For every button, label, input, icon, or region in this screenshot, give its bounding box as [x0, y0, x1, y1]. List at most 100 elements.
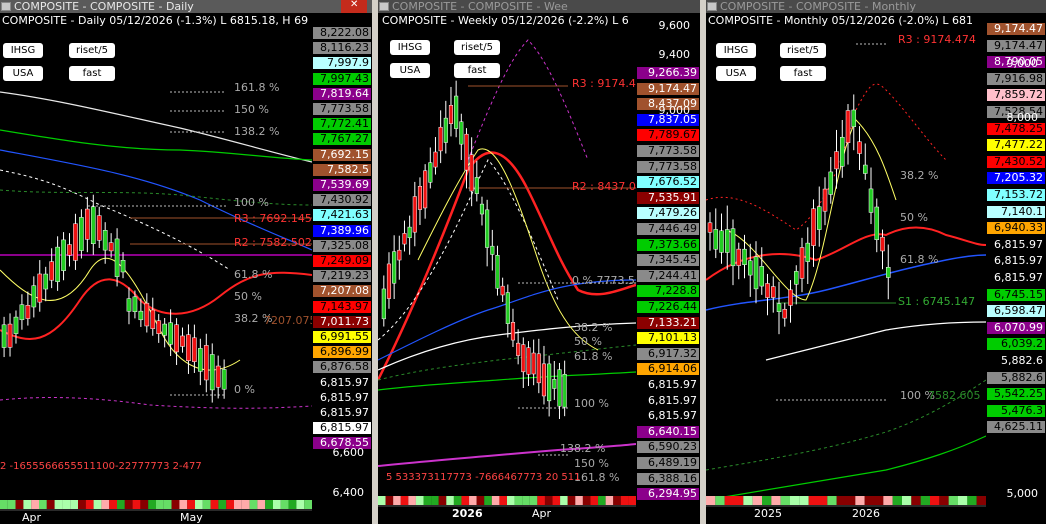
fib-label: 100 %	[234, 196, 269, 209]
candle	[817, 206, 822, 230]
candle	[114, 238, 120, 277]
signal-strip-cell	[874, 496, 884, 505]
weekly-window-titlebar[interactable]: COMPOSITE - COMPOSITE - Wee	[378, 0, 700, 13]
price-level-tag: 8,116.23	[313, 42, 371, 55]
candle	[144, 302, 150, 327]
ihsg-button[interactable]: IHSG	[3, 43, 43, 58]
riset-button[interactable]: riset/5	[69, 43, 115, 58]
candle	[557, 369, 562, 407]
signal-strip-cell	[234, 500, 242, 509]
candle	[536, 353, 541, 384]
signal-strip-cell	[808, 496, 818, 505]
level-label: R3 : 9174.474	[898, 33, 976, 46]
candle	[138, 310, 144, 321]
signal-strip-cell	[0, 500, 8, 509]
price-level-tag: 7,421.63	[313, 209, 371, 222]
signal-strip-cell	[132, 500, 141, 509]
fast-button[interactable]: fast	[780, 66, 826, 81]
signal-strip-cell	[544, 496, 553, 505]
daily-price-plot[interactable]	[0, 0, 312, 524]
price-level-tag: 9,266.39	[637, 67, 699, 79]
fast-button[interactable]: fast	[69, 66, 115, 81]
weekly-chart-window[interactable]: COMPOSITE - COMPOSITE - Wee COMPOSITE - …	[378, 0, 700, 524]
candle	[828, 171, 834, 195]
candle	[448, 105, 454, 124]
usa-button[interactable]: USA	[3, 66, 43, 81]
candle	[516, 342, 521, 356]
signal-strip-cell	[476, 496, 485, 505]
fib-label: 38.2 %	[900, 169, 939, 182]
signal-strip-cell	[202, 500, 211, 509]
axis-label: 5,000	[1006, 487, 1039, 500]
signal-strip-cell	[62, 500, 71, 509]
signal-strip-cell	[780, 496, 790, 505]
candle	[834, 151, 839, 170]
candle	[428, 162, 433, 183]
signal-strip-cell	[117, 500, 125, 509]
fib-label: 50 %	[574, 335, 602, 348]
signal-strip-cell	[431, 496, 439, 505]
candle	[459, 121, 464, 145]
price-level-tag: 7,539.69	[313, 179, 371, 191]
ihsg-button[interactable]: IHSG	[716, 43, 756, 58]
signal-strip-cell	[195, 500, 203, 509]
price-level-tag: 6,815.97	[987, 272, 1045, 284]
usa-button[interactable]: USA	[390, 63, 430, 78]
monthly-chart-window[interactable]: COMPOSITE - COMPOSITE - Monthly COMPOSIT…	[706, 0, 1046, 524]
monthly-window-titlebar[interactable]: COMPOSITE - COMPOSITE - Monthly	[706, 0, 1046, 13]
level-label: 7582.605	[928, 389, 981, 402]
fib-label: 161.8 %	[574, 471, 620, 484]
signal-strip-cell	[23, 500, 32, 509]
signal-strip-cell	[265, 500, 273, 509]
signal-strip-cell	[818, 496, 828, 505]
signal-strip-cell	[560, 496, 568, 505]
candle	[392, 251, 397, 284]
usa-button[interactable]: USA	[716, 66, 756, 81]
price-level-tag: 6,070.99	[987, 321, 1045, 334]
price-level-tag: 5,882.6	[987, 371, 1045, 384]
fast-button[interactable]: fast	[454, 63, 500, 78]
signal-row: 2 -1655566655511100-22777773 2-477	[0, 461, 202, 472]
riset-button[interactable]: riset/5	[454, 40, 500, 55]
candle	[102, 230, 108, 251]
signal-strip-cell	[54, 500, 63, 509]
level-label: S1 : 6745.147	[898, 295, 976, 308]
candle	[851, 109, 857, 127]
candle	[19, 304, 25, 321]
price-level-tag: 7,244.41	[637, 269, 699, 282]
signal-strip-cell	[46, 500, 55, 509]
price-level-tag: 7,143.97	[313, 300, 371, 313]
daily-chart-window[interactable]: COMPOSITE - COMPOSITE - Daily COMPOSITE …	[0, 0, 372, 524]
candle	[759, 266, 765, 287]
riset-button[interactable]: riset/5	[780, 43, 826, 58]
signal-strip-cell	[628, 496, 636, 505]
signal-strip-cell	[836, 496, 846, 505]
signal-strip-cell	[226, 500, 234, 509]
candle	[868, 188, 874, 213]
signal-strip-cell	[280, 500, 289, 509]
signal-strip-cell	[582, 496, 591, 505]
price-level-tag: 6,815.97	[987, 255, 1045, 268]
price-level-tag: 7,772.41	[313, 118, 371, 131]
candle	[49, 261, 54, 281]
candle	[417, 185, 423, 210]
price-level-tag: 6,896.99	[313, 346, 371, 359]
candle	[776, 303, 782, 312]
candle	[485, 209, 490, 248]
candle	[748, 260, 753, 276]
window-title: COMPOSITE - COMPOSITE - Daily	[14, 0, 194, 13]
candle	[788, 289, 793, 306]
signal-strip-cell	[78, 500, 86, 509]
candle	[412, 196, 417, 233]
price-level-tag: 9,174.47	[987, 39, 1045, 52]
ihsg-button[interactable]: IHSG	[390, 40, 430, 55]
price-level-tag: 7,226.44	[637, 301, 699, 313]
axis-label: 9,000	[1006, 57, 1039, 70]
price-level-tag: 5,882.6	[987, 355, 1045, 367]
close-button[interactable]	[341, 0, 367, 13]
price-level-tag: 8,222.08	[313, 27, 371, 39]
daily-window-titlebar[interactable]: COMPOSITE - COMPOSITE - Daily	[0, 0, 372, 13]
signal-strip-cell	[507, 496, 515, 505]
candle	[221, 369, 227, 390]
price-level-tag: 6,815.97	[313, 391, 371, 404]
